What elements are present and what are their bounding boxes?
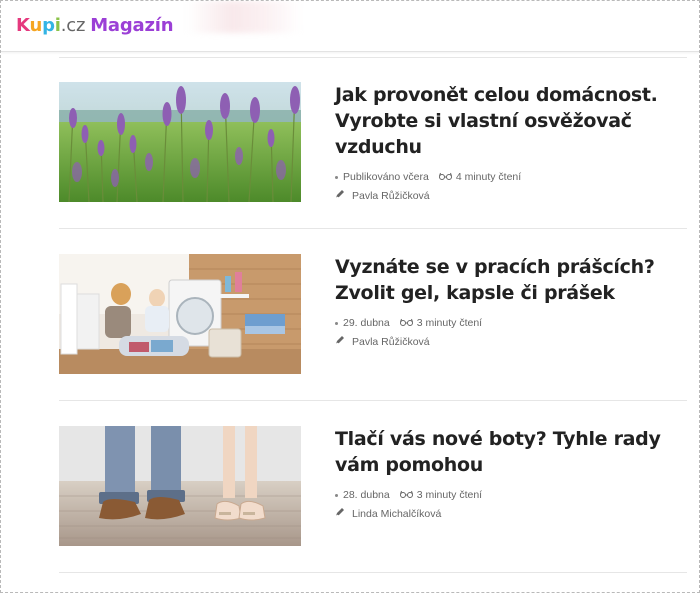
pen-icon [335,335,345,348]
article-meta-author: Linda Michalčíková [335,507,441,520]
lavender-field-photo [59,82,301,202]
site-header: Kupi.cz Magazín [1,1,699,52]
article-date: Publikováno včera [343,171,429,183]
article-thumbnail-lavender[interactable] [59,82,301,202]
pen-icon [335,507,345,520]
article-author[interactable]: Linda Michalčíková [352,508,441,520]
article-meta-date-read: Publikováno včera 4 minuty čtení [335,171,521,183]
logo-cz: .cz [60,15,86,36]
article-meta-date-read: 28. dubna 3 minuty čtení [335,489,482,501]
article-meta-date-read: 29. dubna 3 minuty čtení [335,317,482,329]
laundry-room-photo [59,254,301,374]
bullet-icon [335,493,338,497]
divider [59,228,687,229]
glasses-icon [438,171,452,183]
glasses-icon [399,317,413,329]
article-card: Vyznáte se v pracích prášcích? Zvolit ge… [59,254,687,376]
divider [59,572,687,573]
shoes-on-wooden-floor-photo [59,426,301,546]
article-title[interactable]: Tlačí vás nové boty? Tyhle rady vám pomo… [335,426,680,478]
article-thumbnail-shoes[interactable] [59,426,301,546]
article-thumbnail-laundry[interactable] [59,254,301,374]
article-card: Jak provonět celou domácnost. Vyrobte si… [59,82,687,204]
article-title[interactable]: Vyznáte se v pracích prášcích? Zvolit ge… [335,254,680,306]
page-frame: Kupi.cz Magazín Jak provonět celou domác… [0,0,700,593]
bullet-icon [335,175,338,179]
article-card: Tlačí vás nové boty? Tyhle rady vám pomo… [59,426,687,548]
header-banner-fragment [186,1,301,33]
logo-magazine: Magazín [90,15,174,36]
divider [59,400,687,401]
article-date: 29. dubna [343,317,390,329]
glasses-icon [399,489,413,501]
logo-letter-u: u [29,15,43,36]
logo-letter-p: p [42,15,55,36]
logo-letter-k: K [16,15,30,36]
article-author[interactable]: Pavla Růžičková [352,190,430,202]
article-meta-author: Pavla Růžičková [335,335,430,348]
article-meta-author: Pavla Růžičková [335,189,430,202]
bullet-icon [335,321,338,325]
kupi-magazin-logo[interactable]: Kupi.cz Magazín [16,15,174,36]
article-read-time: 4 minuty čtení [455,171,522,183]
article-date: 28. dubna [343,489,390,501]
divider [59,57,687,58]
article-title[interactable]: Jak provonět celou domácnost. Vyrobte si… [335,82,680,160]
article-read-time: 3 minuty čtení [416,317,483,329]
pen-icon [335,189,345,202]
article-read-time: 3 minuty čtení [416,489,483,501]
article-author[interactable]: Pavla Růžičková [352,336,430,348]
